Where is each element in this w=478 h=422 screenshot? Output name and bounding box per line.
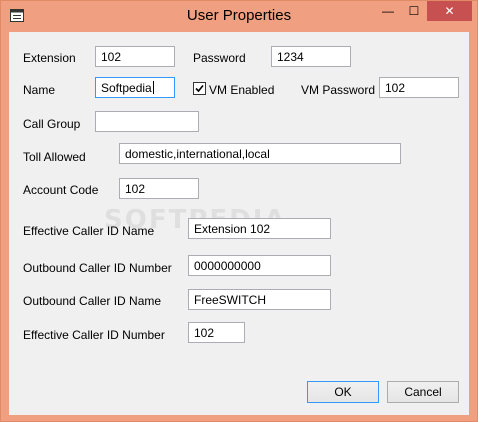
- minimize-button[interactable]: —: [375, 1, 401, 21]
- password-label: Password: [193, 51, 246, 65]
- name-label: Name: [23, 83, 56, 97]
- vm-password-label: VM Password: [301, 83, 376, 97]
- vm-password-field[interactable]: 102: [379, 77, 459, 98]
- user-properties-window: User Properties — ☐ ✕ SOFTPEDIA Extensio…: [0, 0, 478, 422]
- toll-allowed-label: Toll Allowed: [23, 150, 86, 164]
- title-bar[interactable]: User Properties — ☐ ✕: [1, 1, 477, 31]
- outbound-caller-id-number-field[interactable]: 0000000000: [188, 255, 331, 276]
- outbound-caller-id-number-label: Outbound Caller ID Number: [23, 261, 172, 275]
- cancel-button[interactable]: Cancel: [387, 381, 459, 403]
- checkmark-icon: [195, 84, 204, 93]
- call-group-field[interactable]: [95, 111, 199, 132]
- ok-button[interactable]: OK: [307, 381, 379, 403]
- close-button[interactable]: ✕: [427, 1, 472, 21]
- extension-field[interactable]: 102: [95, 46, 175, 67]
- text-caret: [152, 81, 154, 94]
- effective-caller-id-number-field[interactable]: 102: [188, 322, 245, 343]
- name-field[interactable]: Softpedia: [95, 77, 175, 98]
- outbound-caller-id-name-label: Outbound Caller ID Name: [23, 294, 162, 308]
- extension-label: Extension: [23, 51, 76, 65]
- dialog-body: SOFTPEDIA Extension 102 Password 1234 Na…: [9, 32, 469, 415]
- maximize-button[interactable]: ☐: [401, 1, 427, 21]
- outbound-caller-id-name-field[interactable]: FreeSWITCH: [188, 289, 331, 310]
- account-code-label: Account Code: [23, 183, 99, 197]
- effective-caller-id-name-field[interactable]: Extension 102: [188, 218, 331, 239]
- account-code-field[interactable]: 102: [119, 178, 199, 199]
- name-field-value: Softpedia: [101, 81, 152, 95]
- password-field[interactable]: 1234: [271, 46, 351, 67]
- vm-enabled-checkbox[interactable]: [193, 82, 206, 95]
- vm-enabled-label[interactable]: VM Enabled: [209, 83, 274, 97]
- call-group-label: Call Group: [23, 117, 81, 131]
- effective-caller-id-number-label: Effective Caller ID Number: [23, 328, 165, 342]
- effective-caller-id-name-label: Effective Caller ID Name: [23, 224, 155, 238]
- toll-allowed-field[interactable]: domestic,international,local: [119, 143, 401, 164]
